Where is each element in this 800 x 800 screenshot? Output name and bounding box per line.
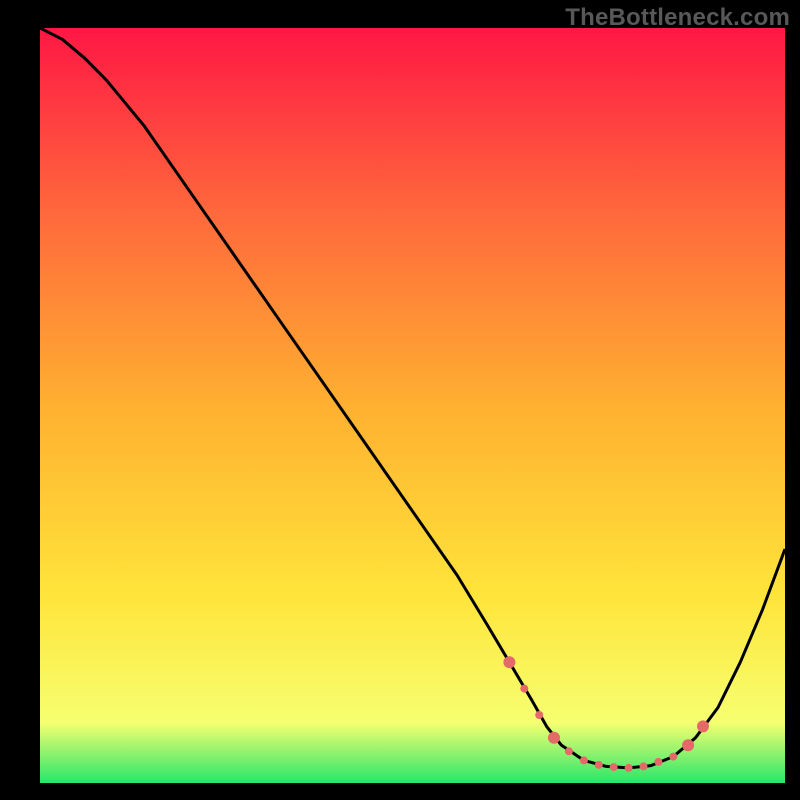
marker-dot xyxy=(669,753,677,761)
watermark-text: TheBottleneck.com xyxy=(565,4,790,32)
chart-plot-area xyxy=(40,28,785,783)
marker-dot xyxy=(520,685,528,693)
marker-dot xyxy=(595,761,603,769)
marker-dot xyxy=(640,762,648,770)
marker-dot xyxy=(565,747,573,755)
marker-dot xyxy=(610,763,618,771)
gradient-bg xyxy=(40,28,785,783)
marker-dot xyxy=(697,720,709,732)
chart-frame: TheBottleneck.com xyxy=(0,0,800,800)
marker-dot xyxy=(654,758,662,766)
marker-dot xyxy=(580,756,588,764)
chart-svg xyxy=(40,28,785,783)
marker-dot xyxy=(682,739,694,751)
marker-dot xyxy=(503,656,515,668)
marker-dot xyxy=(625,764,633,772)
marker-dot xyxy=(548,732,560,744)
marker-dot xyxy=(535,711,543,719)
